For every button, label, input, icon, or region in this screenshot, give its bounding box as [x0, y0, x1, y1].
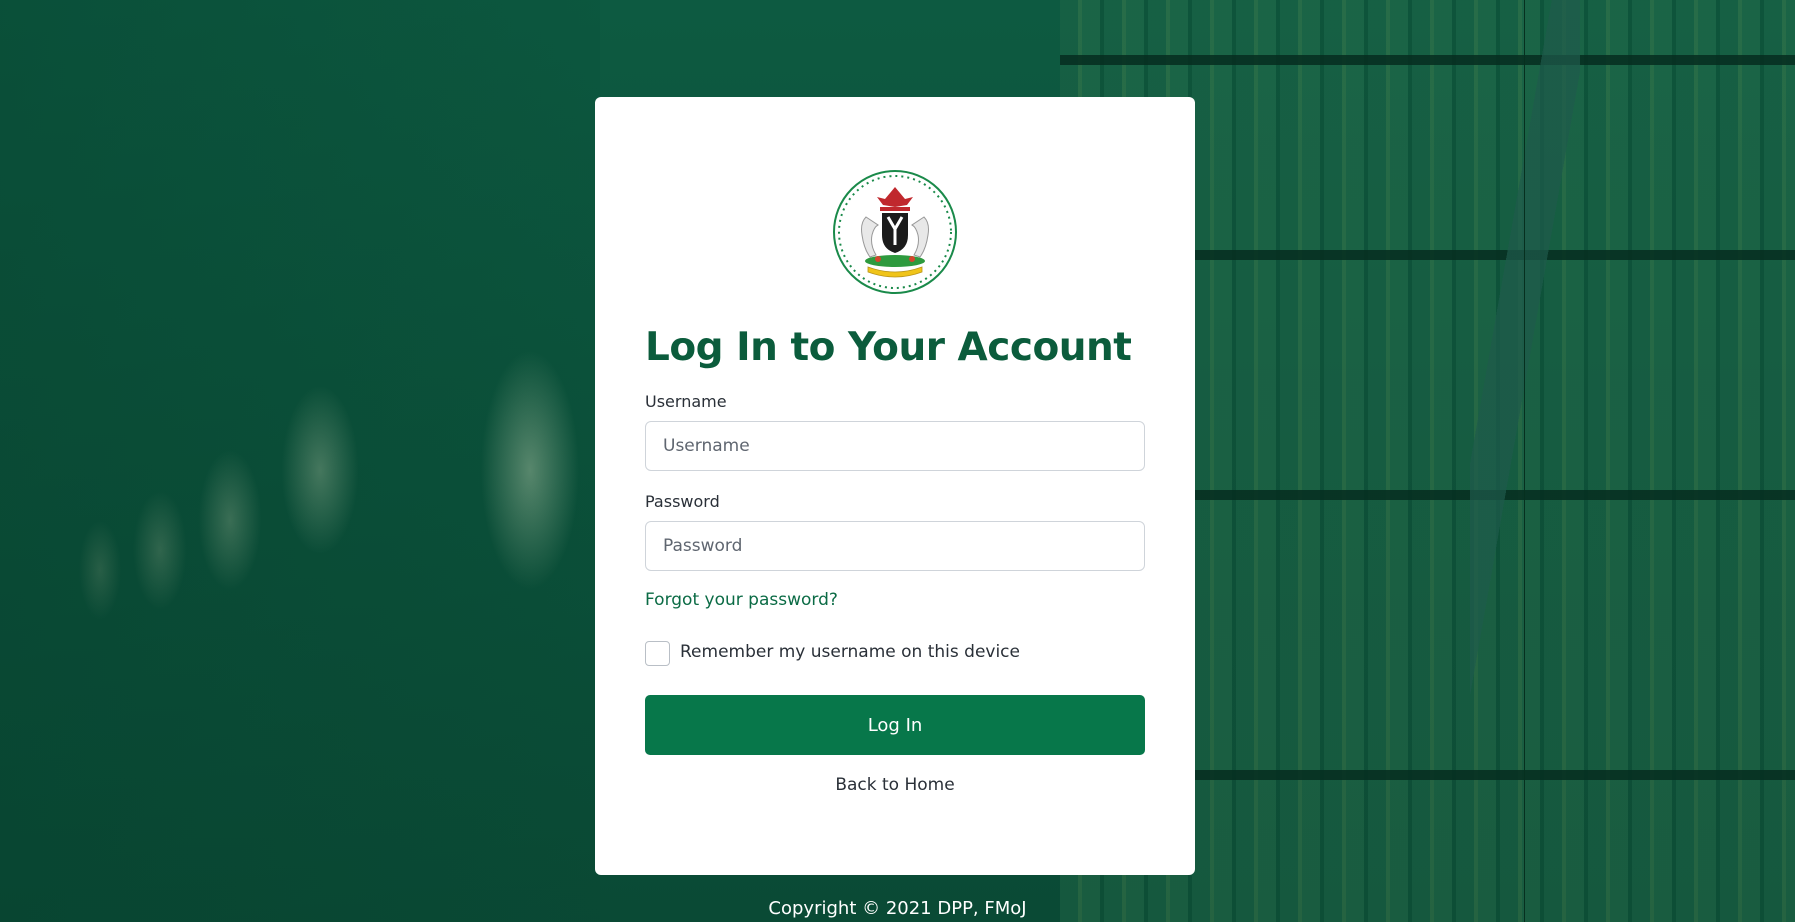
- password-label: Password: [645, 492, 720, 511]
- remember-username-label[interactable]: Remember my username on this device: [680, 642, 1020, 662]
- password-input[interactable]: [645, 521, 1145, 571]
- username-label: Username: [645, 392, 727, 411]
- login-button[interactable]: Log In: [645, 695, 1145, 755]
- login-card: Log In to Your Account Username Password…: [595, 97, 1195, 875]
- background-divider-line: [1524, 0, 1525, 922]
- shelf-divider: [1060, 55, 1795, 65]
- background-busts: [0, 250, 600, 810]
- remember-username-checkbox[interactable]: [645, 641, 670, 666]
- nigeria-coat-of-arms-icon: [833, 170, 957, 294]
- back-to-home-link[interactable]: Back to Home: [595, 775, 1195, 795]
- forgot-password-link[interactable]: Forgot your password?: [645, 590, 838, 610]
- background-ladder: [1470, 0, 1580, 922]
- username-input[interactable]: [645, 421, 1145, 471]
- copyright-footer: Copyright © 2021 DPP, FMoJ: [768, 898, 1027, 919]
- page-title: Log In to Your Account: [645, 325, 1132, 370]
